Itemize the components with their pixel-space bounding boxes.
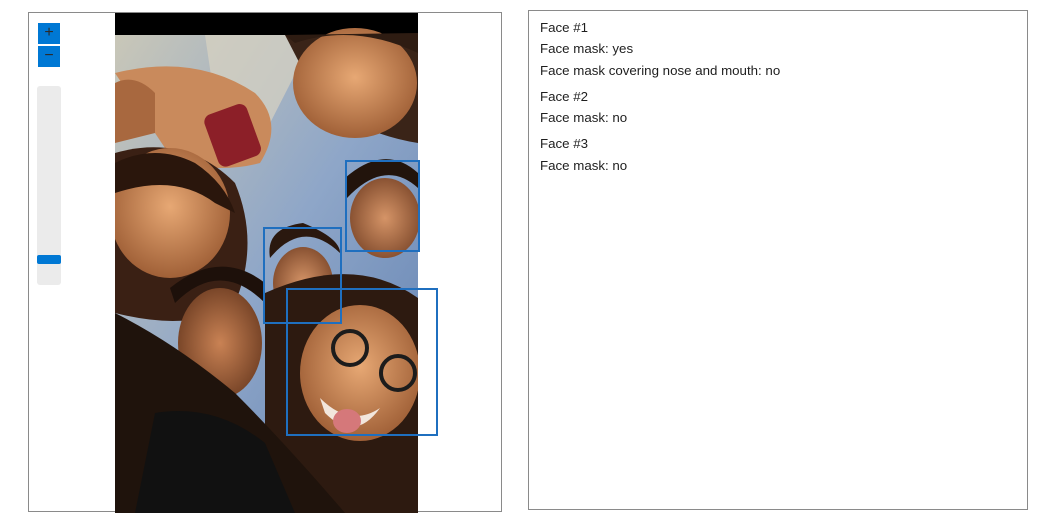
face-attribute: Face mask covering nose and mouth: no <box>540 62 781 78</box>
zoom-slider-thumb[interactable] <box>37 255 61 264</box>
face-attribute: Face mask: no <box>540 110 628 126</box>
face-bounding-box <box>286 288 438 436</box>
face-attribute: Face mask: yes <box>540 41 634 57</box>
minus-icon: − <box>44 46 54 64</box>
face-title: Face #2 <box>540 88 589 104</box>
face-attribute: Face mask: no <box>540 157 628 173</box>
zoom-slider[interactable] <box>37 86 61 285</box>
face-result: Face #3 Face mask: no <box>540 133 1016 176</box>
face-title: Face #1 <box>540 20 589 35</box>
face-result: Face #2 Face mask: no <box>540 86 1016 129</box>
face-bounding-box <box>345 160 420 252</box>
zoom-out-button[interactable]: − <box>38 46 60 67</box>
face-result: Face #1 Face mask: yes Face mask coverin… <box>540 17 1016 81</box>
image-viewer-panel: + − <box>28 12 502 513</box>
zoom-in-button[interactable]: + <box>38 23 60 44</box>
face-title: Face #3 <box>540 136 589 152</box>
plus-icon: + <box>44 23 54 41</box>
results-panel: Face #1 Face mask: yes Face mask coverin… <box>528 10 1028 510</box>
